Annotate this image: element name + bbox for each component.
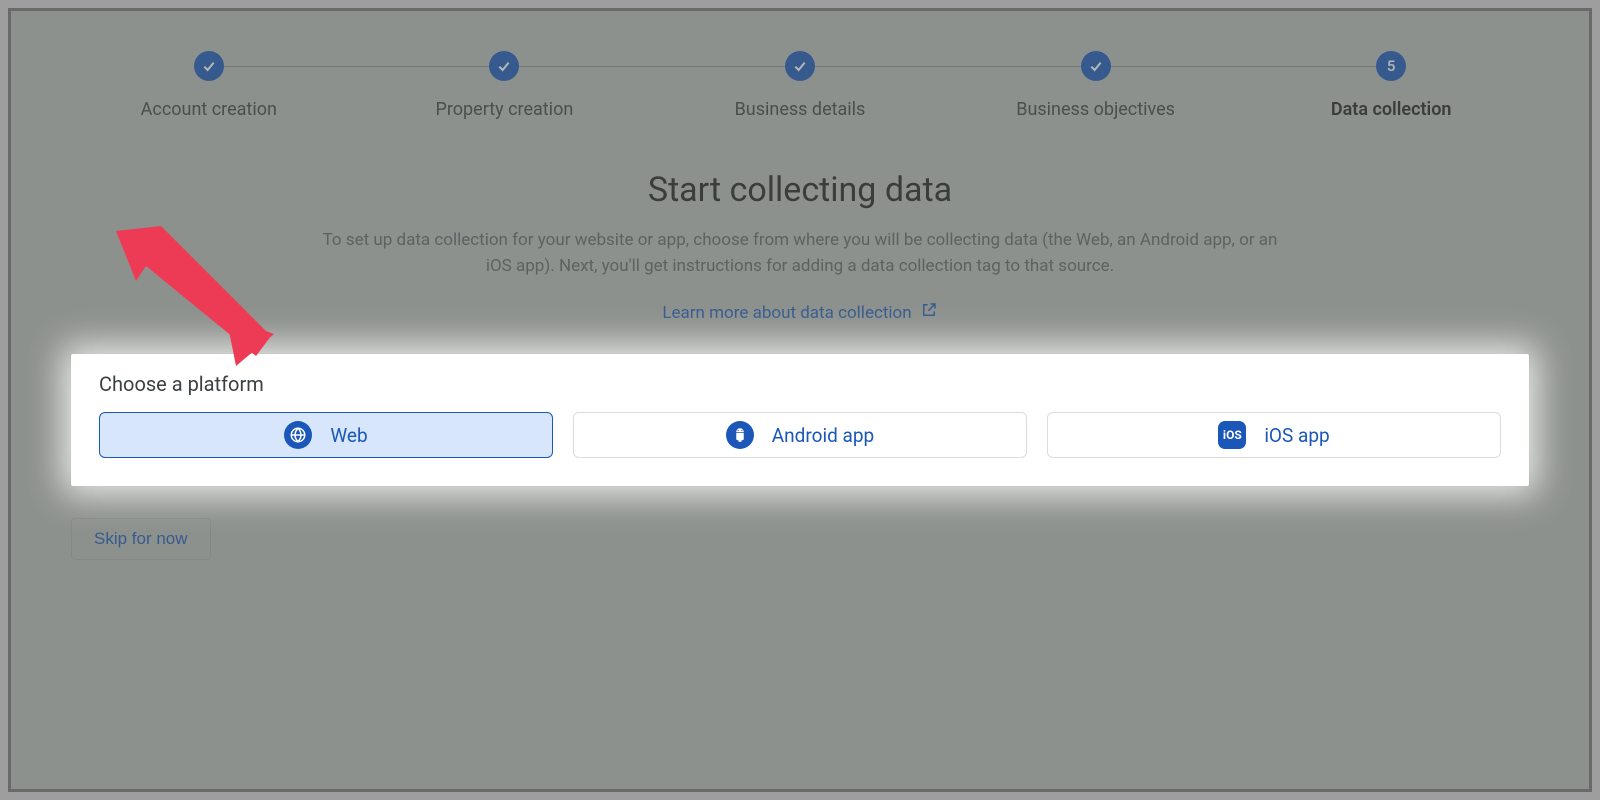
step-label: Business details [735,99,866,120]
hero-section: Start collecting data To set up data col… [11,120,1589,354]
page-title: Start collecting data [161,170,1439,210]
footer-actions: Skip for now [11,486,1589,592]
step-property-creation[interactable]: Property creation [357,51,653,120]
check-icon [489,51,519,81]
check-icon [785,51,815,81]
step-label: Property creation [436,99,574,120]
step-account-creation[interactable]: Account creation [61,51,357,120]
step-data-collection[interactable]: 5 Data collection [1243,51,1539,120]
platform-option-ios[interactable]: iOS iOS app [1047,412,1501,458]
step-business-details[interactable]: Business details [652,51,948,120]
step-label: Data collection [1331,99,1452,120]
step-label: Account creation [141,99,277,120]
platform-option-label: iOS app [1264,424,1329,447]
setup-stepper: Account creation Property creation Busin… [11,11,1589,120]
platform-option-label: Web [330,424,367,447]
check-icon [194,51,224,81]
platform-options: Web Android app iOS iOS app [99,412,1501,458]
learn-more-link[interactable]: Learn more about data collection [662,301,937,324]
platform-option-android[interactable]: Android app [573,412,1027,458]
platform-option-web[interactable]: Web [99,412,553,458]
skip-button[interactable]: Skip for now [71,518,211,560]
platform-panel: Choose a platform Web [71,354,1529,486]
step-business-objectives[interactable]: Business objectives [948,51,1244,120]
learn-more-label: Learn more about data collection [662,303,911,323]
ios-icon: iOS [1218,421,1246,449]
step-number-icon: 5 [1376,51,1406,81]
android-icon [726,421,754,449]
check-icon [1081,51,1111,81]
page-frame: Account creation Property creation Busin… [8,8,1592,792]
platform-title: Choose a platform [99,372,1501,396]
external-link-icon [920,301,938,324]
step-label: Business objectives [1016,99,1175,120]
page-description: To set up data collection for your websi… [320,228,1280,279]
globe-icon [284,421,312,449]
platform-option-label: Android app [772,424,874,447]
